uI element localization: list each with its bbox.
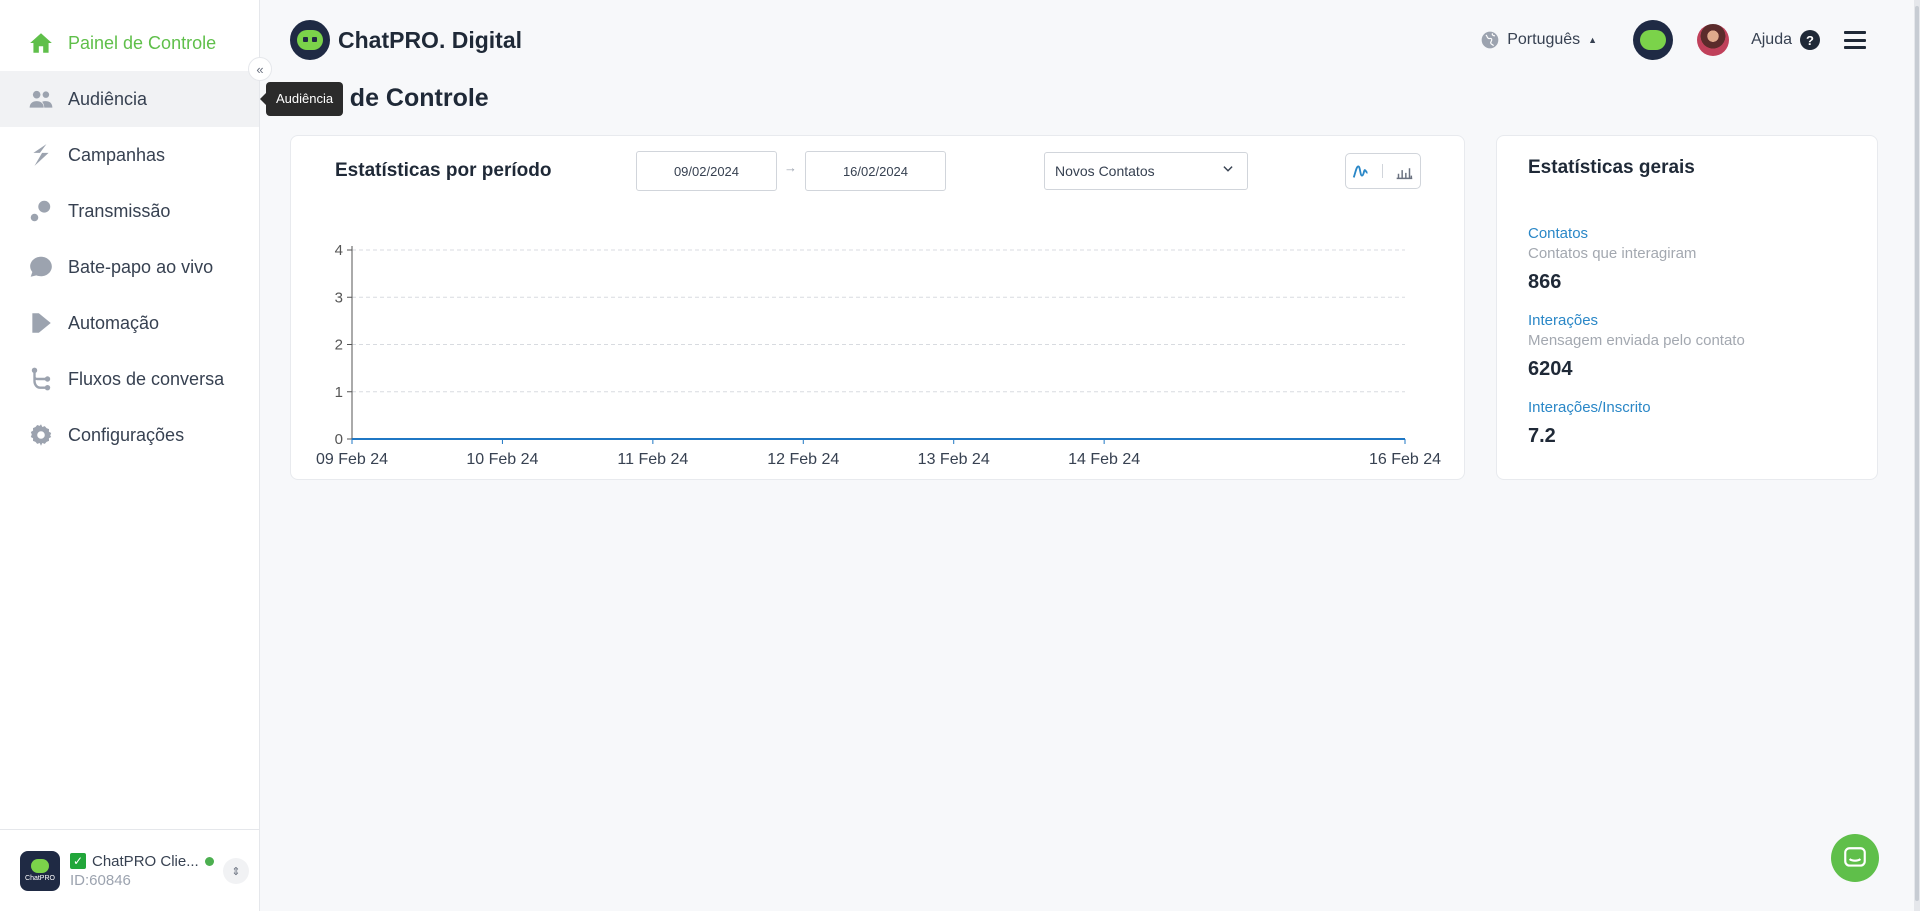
online-status-dot	[204, 856, 214, 866]
users-icon	[28, 86, 54, 112]
stat-interactions-per-subscriber-value: 7.2	[1528, 425, 1556, 447]
sidebar-item-campanhas[interactable]: Campanhas	[0, 127, 259, 183]
sidebar-item-label: Painel de Controle	[68, 32, 217, 53]
bot-icon	[31, 859, 49, 873]
stat-interactions-value: 6204	[1528, 358, 1573, 380]
account-name: ChatPRO Clie...	[92, 852, 199, 870]
y-tick-label: 0	[335, 431, 343, 448]
play-icon	[28, 310, 54, 336]
chat-bubble-icon	[28, 254, 54, 280]
sidebar-item-label: Configurações	[68, 424, 185, 445]
stat-interactions-label: Interações	[1528, 312, 1599, 329]
tooltip: Audiência	[259, 82, 344, 116]
sidebar-item-label: Audiência	[68, 88, 148, 109]
account-logo: ChatPRO	[20, 850, 60, 891]
y-tick-label: 2	[335, 337, 343, 354]
gear-icon	[28, 422, 54, 448]
sidebar-item-automacao[interactable]: Automação	[0, 295, 259, 351]
home-icon	[28, 30, 54, 56]
help-link[interactable]: Ajuda ?	[1751, 30, 1820, 50]
caret-up-icon: ▲	[1588, 35, 1598, 45]
line-chart: 0 1 2 3 4 09 Feb 24 10 Feb 24 11 Feb 24 12 Feb 2…	[316, 242, 1441, 468]
hamburger-menu-icon[interactable]	[1844, 31, 1866, 49]
x-tick-label: 12 Feb 24	[767, 451, 839, 468]
y-tick-label: 1	[335, 384, 343, 401]
x-tick-label: 13 Feb 24	[918, 451, 990, 468]
stats-by-period-card: Estatísticas por período 09/02/2024 → 16…	[290, 135, 1465, 480]
globe-icon	[1481, 31, 1499, 49]
y-tick-label: 3	[335, 289, 343, 306]
sidebar-item-transmissao[interactable]: Transmissão	[0, 183, 259, 239]
card-title: Estatísticas gerais	[1528, 157, 1695, 178]
account-switcher[interactable]: ChatPRO ✓ ChatPRO Clie... ID:60846 ⇕	[0, 829, 259, 911]
flow-icon	[28, 366, 54, 392]
x-tick-label: 11 Feb 24	[617, 451, 688, 468]
bot-icon	[1640, 30, 1667, 50]
x-tick-label: 10 Feb 24	[466, 451, 538, 468]
stat-contacts-value: 866	[1528, 271, 1562, 293]
sidebar-item-fluxos[interactable]: Fluxos de conversa	[0, 351, 259, 407]
stat-contacts-label: Contatos	[1528, 225, 1589, 242]
sidebar-item-label: Campanhas	[68, 144, 166, 165]
y-tick-label: 4	[335, 242, 343, 259]
account-info: ✓ ChatPRO Clie... ID:60846	[70, 853, 220, 889]
collapse-sidebar-button[interactable]: «	[248, 57, 272, 81]
question-icon: ?	[1800, 30, 1820, 50]
page-scrollbar[interactable]	[1914, 0, 1920, 911]
sidebar-item-bate-papo[interactable]: Bate-papo ao vivo	[0, 239, 259, 295]
stat-interactions-per-subscriber-label: Interações/Inscrito	[1528, 399, 1651, 416]
brand-logo-icon	[290, 20, 330, 60]
brand-name: ChatPRO. Digital	[338, 26, 523, 53]
campaign-icon	[28, 142, 54, 168]
sidebar-item-audiencia[interactable]: Audiência	[0, 71, 259, 127]
stat-contacts-description: Contatos que interagiram	[1528, 245, 1697, 262]
language-selector[interactable]: Português ▲	[1480, 30, 1597, 50]
x-tick-label: 16 Feb 24	[1369, 451, 1441, 468]
sidebar: Painel de Controle Audiência Campanhas T…	[0, 0, 260, 911]
help-label: Ajuda	[1751, 31, 1792, 48]
stat-interactions-description: Mensagem enviada pelo contato	[1528, 332, 1745, 349]
user-avatar[interactable]	[1697, 24, 1730, 56]
sidebar-item-configuracoes[interactable]: Configurações	[0, 407, 259, 463]
page-title: el de Controle	[322, 84, 489, 112]
account-switch-icon[interactable]: ⇕	[223, 858, 249, 884]
language-label: Português	[1507, 31, 1581, 48]
general-stats-card: Estatísticas gerais Contatos Contatos qu…	[1496, 135, 1878, 480]
check-icon: ✓	[70, 853, 86, 869]
sidebar-item-label: Transmissão	[68, 200, 171, 221]
live-chat-button[interactable]	[1831, 834, 1879, 882]
sidebar-item-label: Automação	[68, 312, 160, 333]
sidebar-item-label: Bate-papo ao vivo	[68, 256, 214, 277]
header-actions: Português ▲ Ajuda ?	[1480, 20, 1866, 60]
bot-avatar[interactable]	[1633, 20, 1674, 60]
sidebar-item-label: Fluxos de conversa	[68, 368, 225, 389]
x-tick-label: 09 Feb 24	[316, 451, 388, 468]
chat-icon	[1844, 847, 1866, 867]
brand: ChatPRO. Digital	[290, 20, 522, 60]
sidebar-item-painel-de-controle[interactable]: Painel de Controle	[0, 15, 259, 71]
broadcast-icon	[28, 198, 54, 224]
x-tick-label: 14 Feb 24	[1068, 451, 1140, 468]
account-id: ID:60846	[70, 871, 131, 889]
